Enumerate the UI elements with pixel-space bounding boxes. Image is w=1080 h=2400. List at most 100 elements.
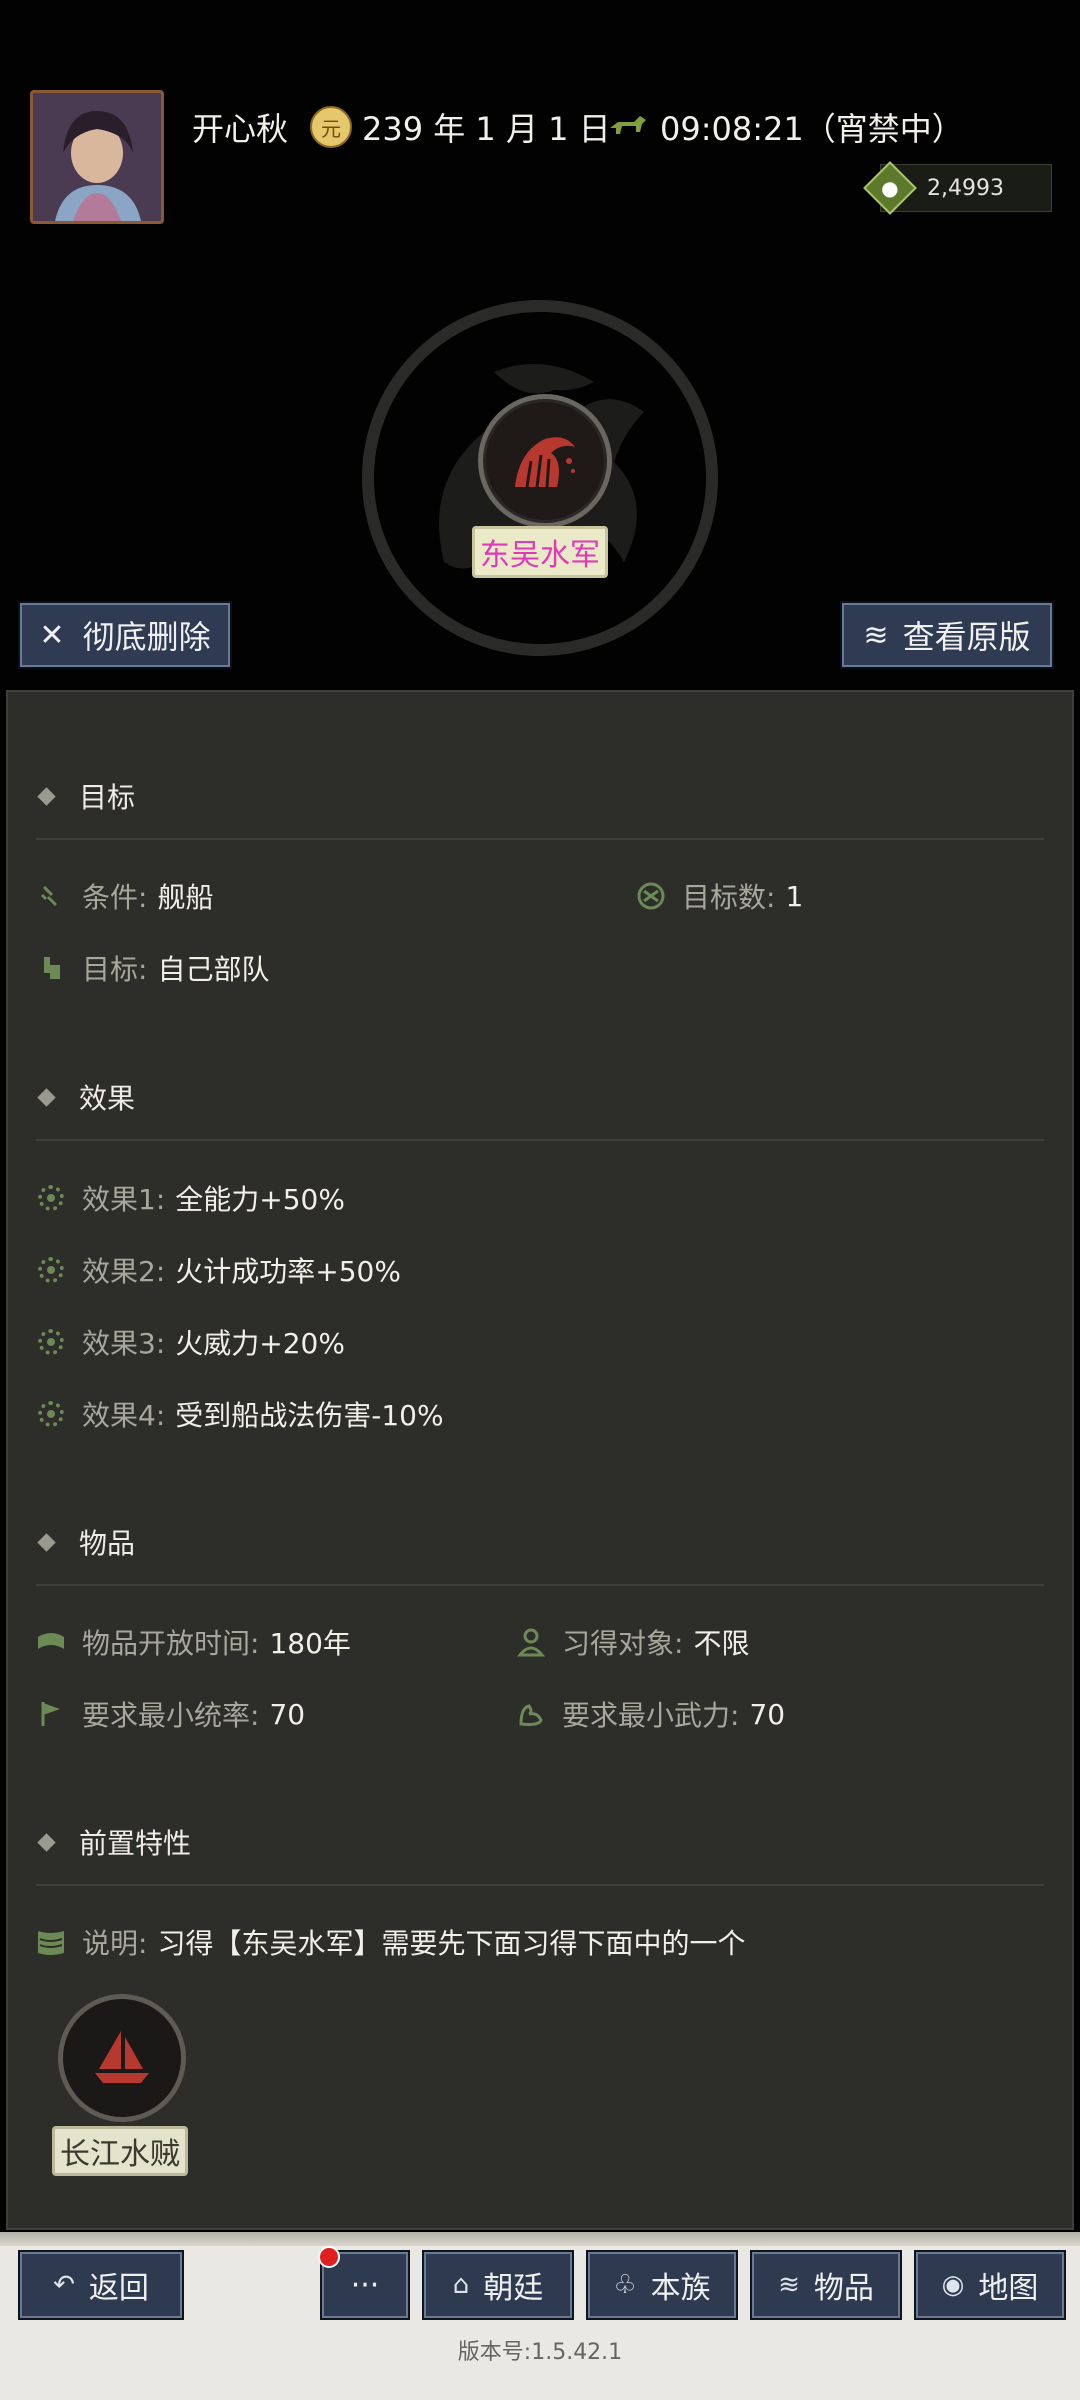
items-button[interactable]: ≋ 物品 — [752, 2252, 900, 2318]
condition-value: 舰船 — [157, 881, 214, 914]
target-row: 目标: 自己部队 — [36, 948, 269, 988]
effect-label: 效果4: — [82, 1399, 166, 1432]
horse-icon — [608, 112, 648, 140]
effect-value: 火计成功率+50% — [175, 1255, 401, 1288]
target-value: 自己部队 — [157, 953, 270, 986]
section-title-prereq: 前置特性 — [37, 1822, 192, 1862]
arm-icon — [516, 1699, 546, 1729]
hand-icon — [36, 953, 66, 983]
view-original-label: 查看原版 — [902, 618, 1031, 656]
person-icon — [516, 1627, 546, 1657]
prereq-skill-name[interactable]: 长江水贼 — [52, 2126, 188, 2176]
divider — [36, 1139, 1044, 1141]
effect-row: 效果1: 全能力+50% — [36, 1178, 345, 1218]
learner-row: 习得对象: 不限 — [516, 1622, 749, 1662]
min-command-row: 要求最小统率: 70 — [36, 1694, 305, 1734]
diamond-bullet-icon — [37, 786, 56, 806]
target-count-row: 目标数: 1 — [636, 876, 803, 916]
open-time-label: 物品开放时间: — [82, 1627, 260, 1660]
section-title-target: 目标 — [37, 776, 136, 816]
map-label: 地图 — [978, 2271, 1039, 2306]
book-icon — [36, 1927, 66, 1957]
section-title-effects: 效果 — [37, 1077, 136, 1117]
items-label: 物品 — [813, 2271, 874, 2306]
skill-detail-panel[interactable] — [6, 690, 1074, 2230]
palace-icon: ⌂ — [452, 2270, 470, 2300]
shield-icon — [636, 881, 666, 911]
map-button[interactable]: ◉ 地图 — [916, 2252, 1064, 2318]
clan-label: 本族 — [650, 2271, 711, 2306]
clan-icon: ♧ — [613, 2270, 637, 2300]
min-command-label: 要求最小统率: — [82, 1699, 260, 1732]
court-button[interactable]: ⌂ 朝廷 — [424, 2252, 572, 2318]
learner-value: 不限 — [693, 1627, 750, 1660]
prereq-desc-row: 说明: 习得【东吴水军】需要先下面习得下面中的一个 — [36, 1922, 745, 1962]
close-icon: ✕ — [39, 617, 65, 653]
wave-icon — [515, 437, 575, 488]
condition-row: 条件: 舰船 — [36, 876, 213, 916]
skill-name: 东吴水军 — [472, 526, 608, 578]
effect-row: 效果4: 受到船战法伤害-10% — [36, 1394, 444, 1434]
target-count-label: 目标数: — [682, 881, 776, 914]
section-title-text: 物品 — [79, 1527, 136, 1560]
money-bag-icon: ● — [863, 161, 917, 215]
player-avatar[interactable] — [30, 90, 164, 224]
player-name: 开心秋 — [192, 110, 289, 148]
leaf-icon — [36, 881, 66, 911]
section-title-item: 物品 — [37, 1522, 136, 1562]
divider — [36, 1884, 1044, 1886]
prereq-desc-label: 说明: — [82, 1927, 148, 1960]
min-command-value: 70 — [269, 1697, 306, 1731]
money-value: 2,4993 — [927, 175, 1004, 201]
prereq-desc-value: 习得【东吴水军】需要先下面习得下面中的一个 — [157, 1927, 746, 1960]
skill-icon[interactable] — [478, 394, 612, 528]
target-count-value: 1 — [785, 879, 804, 913]
section-title-text: 前置特性 — [79, 1827, 192, 1860]
diamond-bullet-icon — [37, 1532, 56, 1552]
effect-label: 效果1: — [82, 1183, 166, 1216]
effect-row: 效果2: 火计成功率+50% — [36, 1250, 401, 1290]
section-title-text: 效果 — [79, 1082, 136, 1115]
money-display: ● 2,4993 — [863, 161, 1052, 215]
sailboat-icon — [95, 2031, 149, 2083]
gear-icon — [36, 1327, 66, 1357]
more-label: ··· — [350, 2267, 380, 2303]
globe-icon: ◉ — [941, 2270, 965, 2300]
min-force-value: 70 — [749, 1697, 786, 1731]
back-label: 返回 — [88, 2271, 149, 2306]
effect-value: 全能力+50% — [175, 1183, 345, 1216]
view-original-button[interactable]: ≋ 查看原版 — [842, 603, 1052, 667]
effect-value: 受到船战法伤害-10% — [175, 1399, 444, 1432]
scroll-icon — [36, 1627, 66, 1657]
open-time-value: 180年 — [269, 1627, 351, 1660]
back-button[interactable]: ↶ 返回 — [20, 2252, 182, 2318]
section-title-text: 目标 — [79, 781, 136, 814]
divider — [36, 1584, 1044, 1586]
gear-icon — [36, 1183, 66, 1213]
learner-label: 习得对象: — [562, 1627, 684, 1660]
notification-dot — [318, 2246, 340, 2268]
gear-icon — [36, 1399, 66, 1429]
effect-label: 效果3: — [82, 1327, 166, 1360]
min-force-label: 要求最小武力: — [562, 1699, 740, 1732]
game-time: 09:08:21（宵禁中） — [660, 110, 964, 148]
clan-button[interactable]: ♧ 本族 — [588, 2252, 736, 2318]
effect-row: 效果3: 火威力+20% — [36, 1322, 345, 1362]
min-force-row: 要求最小武力: 70 — [516, 1694, 785, 1734]
delete-button[interactable]: ✕ 彻底删除 — [20, 603, 230, 667]
flag-icon — [36, 1699, 66, 1729]
diamond-bullet-icon — [37, 1832, 56, 1852]
coin-icon: 元 — [310, 106, 352, 148]
condition-label: 条件: — [82, 881, 148, 914]
effect-label: 效果2: — [82, 1255, 166, 1288]
divider — [36, 838, 1044, 840]
prereq-skill-icon[interactable] — [58, 1994, 186, 2122]
diamond-bullet-icon — [37, 1087, 56, 1107]
open-time-row: 物品开放时间: 180年 — [36, 1622, 351, 1662]
delete-button-label: 彻底删除 — [82, 618, 211, 656]
target-label: 目标: — [82, 953, 148, 986]
game-date: 239 年 1 月 1 日 — [362, 110, 611, 148]
court-label: 朝廷 — [483, 2271, 544, 2306]
scroll-icon: ≋ — [778, 2270, 800, 2300]
wave-icon: ≋ — [863, 617, 889, 653]
